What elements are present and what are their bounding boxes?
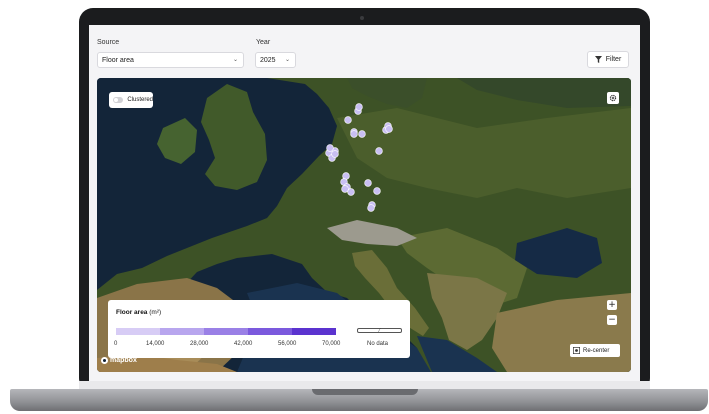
source-value: Floor area bbox=[102, 56, 134, 64]
recenter-button[interactable]: Re-center bbox=[570, 344, 620, 357]
legend-tick: 70,000 bbox=[322, 341, 341, 347]
ramp-swatch bbox=[248, 328, 292, 335]
year-value: 2025 bbox=[260, 56, 276, 64]
legend-tick: 56,000 bbox=[278, 341, 297, 347]
map-view[interactable]: Clustered + − Re-center Floor area (m²) … bbox=[97, 78, 631, 372]
source-select[interactable]: Floor area ⌄ bbox=[97, 52, 244, 68]
ramp-swatch bbox=[204, 328, 248, 335]
year-label: Year bbox=[256, 39, 271, 46]
color-ramp bbox=[116, 328, 336, 335]
recenter-icon bbox=[573, 347, 580, 354]
toggle-switch[interactable] bbox=[113, 97, 124, 103]
mapbox-logo-icon bbox=[101, 357, 108, 364]
filter-icon bbox=[594, 56, 602, 63]
legend-title: Floor area (m²) bbox=[116, 309, 402, 316]
chevron-down-icon: ⌄ bbox=[284, 57, 290, 63]
chevron-down-icon: ⌄ bbox=[232, 57, 238, 63]
camera-dot bbox=[360, 16, 364, 20]
filter-label: Filter bbox=[605, 56, 622, 63]
mapbox-attribution[interactable]: mapbox bbox=[101, 357, 137, 364]
ramp-swatch bbox=[292, 328, 336, 335]
legend-tick: 14,000 bbox=[146, 341, 165, 347]
source-label: Source bbox=[97, 39, 120, 46]
no-data-label: No data bbox=[367, 341, 389, 347]
clustered-toggle[interactable]: Clustered bbox=[109, 92, 153, 108]
year-select[interactable]: 2025 ⌄ bbox=[255, 52, 296, 68]
map-settings-button[interactable] bbox=[607, 92, 619, 104]
map-legend: Floor area (m²) ⁄ 0 14,000 28,000 42,000… bbox=[108, 300, 410, 358]
gear-icon bbox=[609, 94, 617, 102]
recenter-label: Re-center bbox=[583, 347, 610, 354]
filter-button[interactable]: Filter bbox=[587, 51, 629, 68]
ramp-swatch bbox=[116, 328, 160, 335]
no-data-swatch: ⁄ bbox=[357, 328, 402, 334]
ramp-swatch bbox=[160, 328, 204, 335]
legend-tick: 0 bbox=[114, 341, 118, 347]
zoom-in-button[interactable]: + bbox=[607, 300, 617, 310]
zoom-out-button[interactable]: − bbox=[607, 315, 617, 325]
legend-title-text: Floor area bbox=[116, 309, 148, 316]
laptop-notch bbox=[312, 389, 418, 395]
mapbox-text: mapbox bbox=[110, 357, 137, 364]
clustered-label: Clustered bbox=[127, 97, 153, 103]
legend-tick: 28,000 bbox=[190, 341, 209, 347]
legend-tick: 42,000 bbox=[234, 341, 253, 347]
app-screen: Source Floor area ⌄ Year 2025 ⌄ Filter C… bbox=[89, 25, 640, 381]
legend-unit: (m²) bbox=[149, 309, 162, 316]
